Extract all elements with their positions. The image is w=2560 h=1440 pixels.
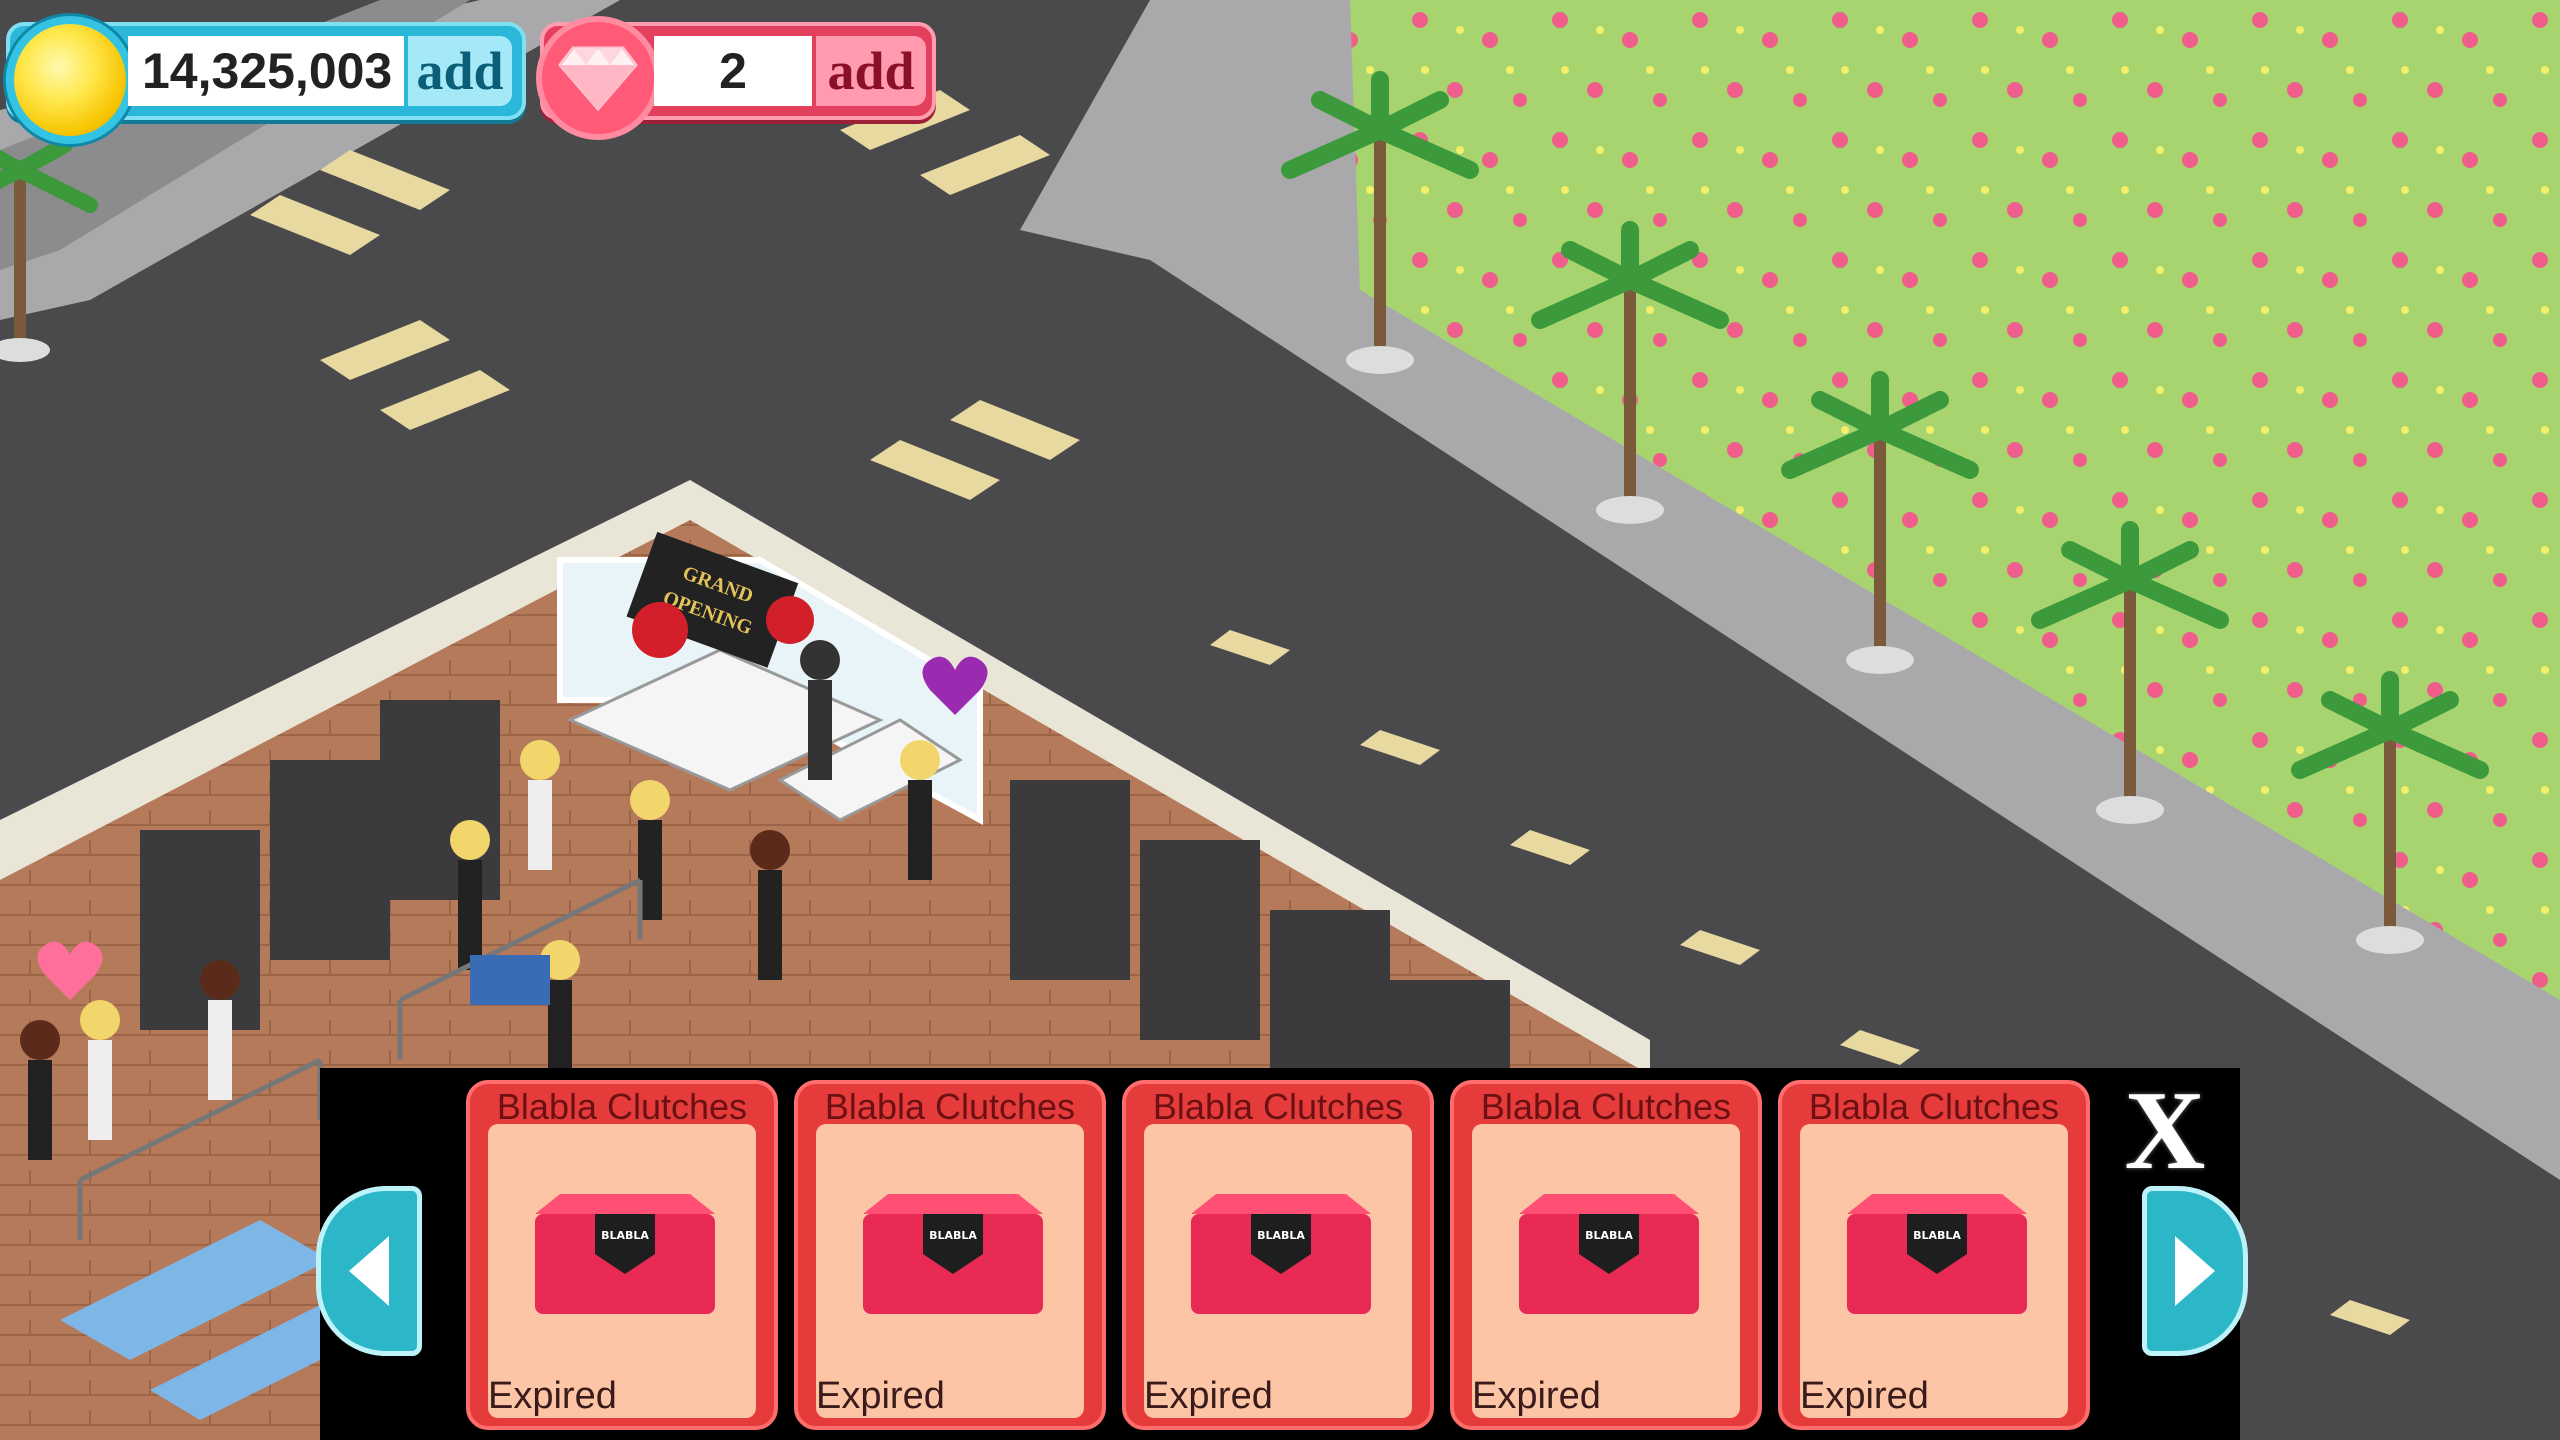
coin-counter: 14,325,003 add <box>6 16 526 144</box>
add-gems-button[interactable]: add <box>816 36 926 106</box>
gem-amount: 2 <box>654 36 812 106</box>
item-status: Expired <box>1472 1375 1601 1417</box>
item-status: Expired <box>816 1375 945 1417</box>
coin-icon <box>6 16 134 144</box>
next-button[interactable] <box>2142 1186 2248 1356</box>
svg-text:BLABLA: BLABLA <box>1585 1229 1633 1242</box>
item-status: Expired <box>1800 1375 1929 1417</box>
item-carousel-panel: Blabla Clutches BLABLA Expired Blabla Cl… <box>316 1068 2248 1440</box>
clutch-bag-icon: BLABLA <box>863 1194 1043 1314</box>
gem-counter: 2 add <box>536 16 936 140</box>
item-name: Blabla Clutches <box>496 1086 748 1127</box>
svg-text:BLABLA: BLABLA <box>929 1229 977 1242</box>
item-card[interactable]: Blabla Clutches BLABLA Expired <box>794 1080 1106 1430</box>
item-status: Expired <box>488 1375 617 1417</box>
clutch-bag-icon: BLABLA <box>535 1194 715 1314</box>
clutch-bag-icon: BLABLA <box>1191 1194 1371 1314</box>
coin-amount: 14,325,003 <box>128 36 404 106</box>
item-name: Blabla Clutches <box>824 1086 1076 1127</box>
item-name: Blabla Clutches <box>1152 1086 1404 1127</box>
previous-button[interactable] <box>316 1186 422 1356</box>
item-name: Blabla Clutches <box>1808 1086 2060 1127</box>
close-button[interactable]: X <box>2110 1075 2220 1187</box>
item-card[interactable]: Blabla Clutches BLABLA Expired <box>466 1080 778 1430</box>
clutch-bag-icon: BLABLA <box>1847 1194 2027 1314</box>
add-coins-button[interactable]: add <box>408 36 512 106</box>
arrow-left-icon <box>349 1236 389 1306</box>
svg-text:BLABLA: BLABLA <box>1913 1229 1961 1242</box>
item-card[interactable]: Blabla Clutches BLABLA Expired <box>1122 1080 1434 1430</box>
item-name: Blabla Clutches <box>1480 1086 1732 1127</box>
svg-text:BLABLA: BLABLA <box>601 1229 649 1242</box>
item-card[interactable]: Blabla Clutches BLABLA Expired <box>1778 1080 2090 1430</box>
arrow-right-icon <box>2175 1236 2215 1306</box>
item-status: Expired <box>1144 1375 1273 1417</box>
clutch-bag-icon: BLABLA <box>1519 1194 1699 1314</box>
svg-text:BLABLA: BLABLA <box>1257 1229 1305 1242</box>
item-card[interactable]: Blabla Clutches BLABLA Expired <box>1450 1080 1762 1430</box>
diamond-icon <box>536 16 660 140</box>
